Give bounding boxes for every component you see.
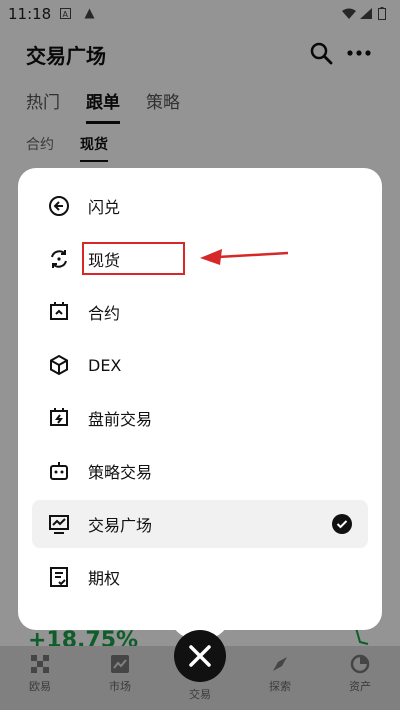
menu-item-label: 盘前交易: [88, 410, 153, 429]
contract-icon: [50, 302, 68, 320]
cube-icon: [50, 354, 68, 376]
robot-icon: [50, 462, 68, 480]
menu-item-flash-swap[interactable]: 闪兑: [32, 182, 368, 230]
menu-item-dex[interactable]: DEX: [32, 341, 368, 389]
menu-item-contract[interactable]: 合约: [32, 288, 368, 336]
menu-item-strategy-trading[interactable]: 策略交易: [32, 447, 368, 495]
highlight-box: [82, 242, 185, 275]
menu-item-label: 合约: [88, 304, 121, 323]
menu-item-label: 策略交易: [88, 463, 153, 482]
menu-item-trading-plaza[interactable]: 交易广场: [32, 500, 368, 548]
check-circle-icon: [332, 514, 352, 534]
menu-item-pre-market[interactable]: 盘前交易: [32, 394, 368, 442]
trade-menu-sheet: 闪兑 现货 合约 DEX 盘前交易 策略交易 交易广场 期权: [18, 168, 382, 630]
options-doc-icon: [50, 567, 68, 587]
trade-close-button[interactable]: [174, 630, 226, 682]
menu-item-label: DEX: [88, 355, 122, 375]
menu-item-label: 期权: [88, 569, 121, 588]
refresh-circle-icon: [51, 250, 67, 268]
arrow-icon: [200, 249, 289, 265]
menu-item-label: 交易广场: [88, 516, 153, 535]
chart-screen-icon: [49, 515, 69, 534]
menu-item-label: 闪兑: [88, 198, 121, 217]
swap-circle-icon: [49, 196, 69, 216]
calendar-flash-icon: [50, 408, 68, 426]
menu-item-options[interactable]: 期权: [32, 553, 368, 601]
close-icon: [189, 645, 211, 667]
